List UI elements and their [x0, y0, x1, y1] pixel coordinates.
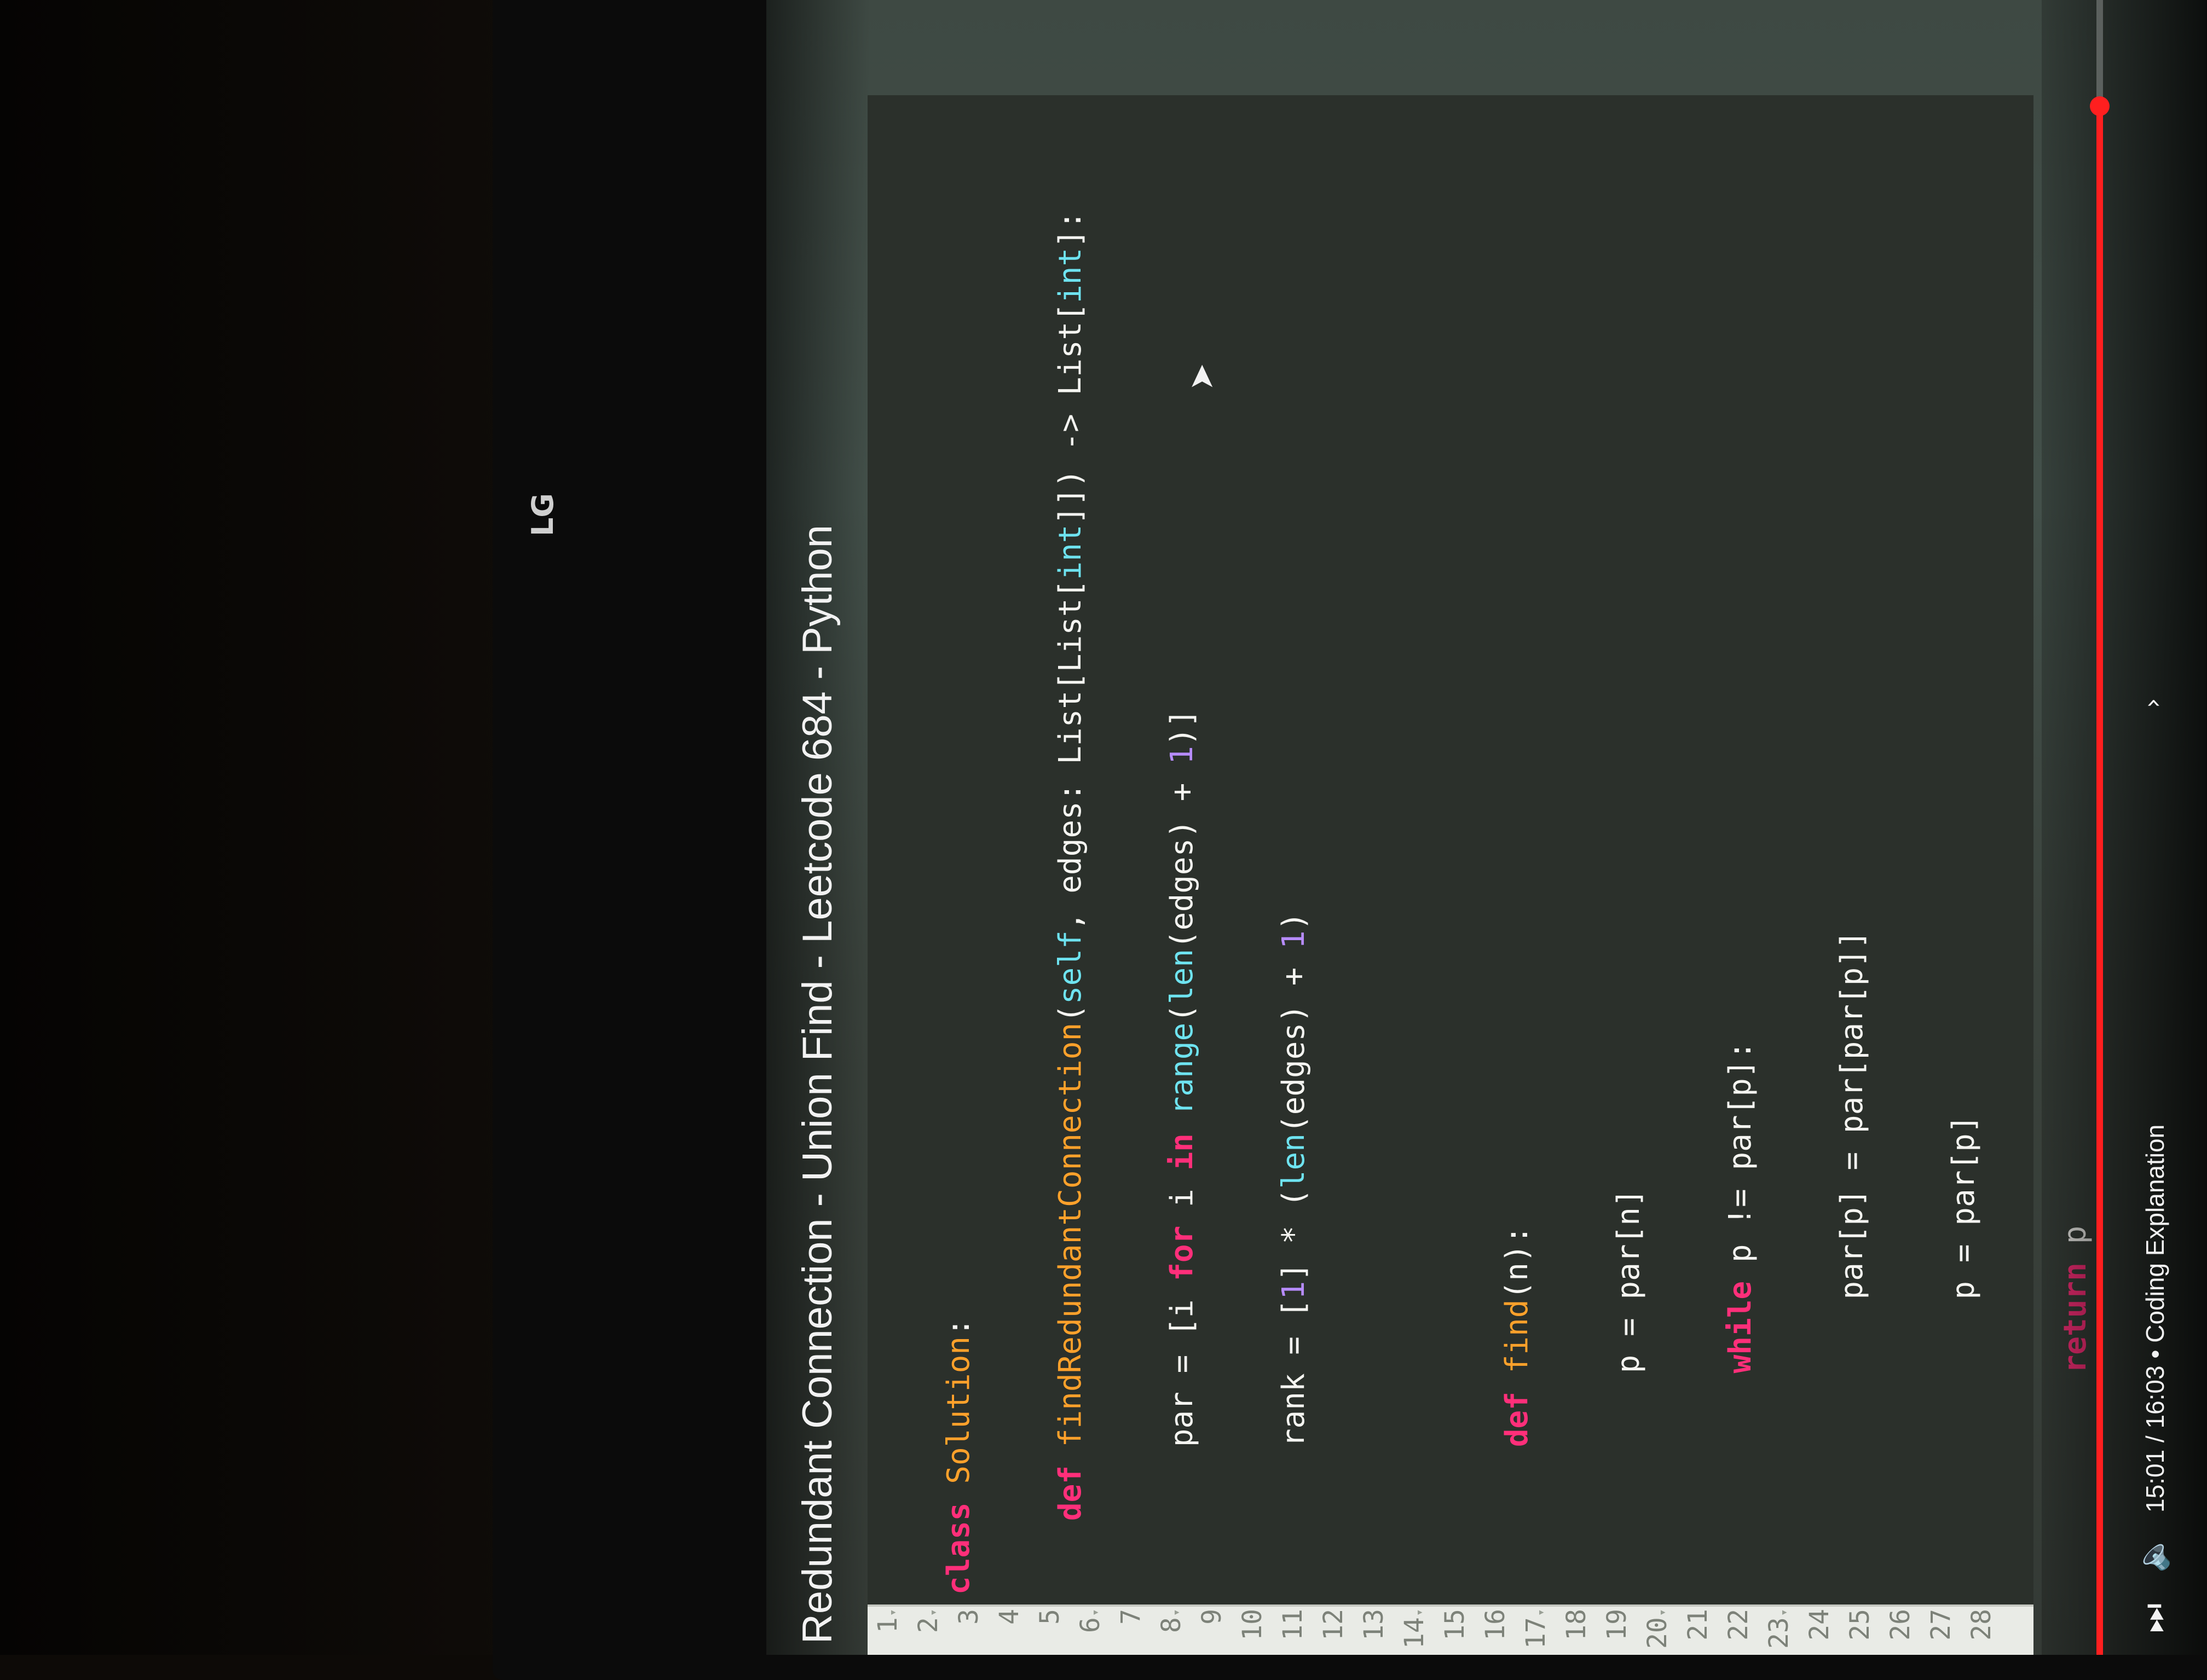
line-number: 12 — [1318, 1609, 1349, 1641]
line-number: 11 — [1278, 1609, 1308, 1641]
code-line-9: par[p] = par[par[p]] — [1834, 930, 1870, 1595]
line-number: 3 — [954, 1609, 984, 1625]
monitor-logo: LG — [525, 493, 560, 536]
fold-arrow-icon[interactable]: ▾ — [1656, 1609, 1669, 1616]
chevron-right-icon[interactable]: › — [2137, 698, 2167, 708]
line-number: 18 — [1561, 1609, 1592, 1641]
code-line-4: rank = [1] * (len(edges) + 1) — [1276, 912, 1312, 1595]
line-number: 8▾ — [1156, 1609, 1187, 1633]
code-line-1: class Solution: — [941, 1318, 977, 1595]
next-icon[interactable]: ⏭ — [2135, 1603, 2173, 1633]
line-number: 4 — [994, 1609, 1025, 1625]
fold-arrow-icon[interactable]: ▾ — [927, 1609, 940, 1616]
line-number: 14▾ — [1399, 1609, 1430, 1649]
line-number: 10 — [1237, 1609, 1268, 1641]
code-line-7: p = par[n] — [1611, 1189, 1646, 1595]
line-number: 6▾ — [1075, 1609, 1106, 1633]
code-line-6: def find(n): — [1499, 1225, 1535, 1447]
line-number-gutter: 1▾ 2▾ 3 4 5 6▾ 7 8▾ 9 10 11 12 13 14▾ 15 16 17▾ 18 19 20▾ 21… — [868, 1604, 2033, 1655]
line-number: 20▾ — [1642, 1609, 1673, 1649]
time-display[interactable]: 15:01 / 16:03 • Coding Explanation — [2140, 1125, 2170, 1513]
line-number: 19 — [1602, 1609, 1632, 1641]
line-number: 27 — [1926, 1609, 1956, 1641]
progress-bar[interactable] — [2090, 0, 2110, 1655]
line-number: 1▾ — [873, 1609, 903, 1633]
progress-scrubber[interactable] — [2090, 96, 2110, 116]
line-number: 2▾ — [913, 1609, 944, 1633]
fold-arrow-icon[interactable]: ▾ — [886, 1609, 900, 1616]
line-number: 7 — [1116, 1609, 1146, 1625]
line-number: 21 — [1683, 1609, 1713, 1641]
code-line-8: while p != par[p]: — [1723, 1041, 1758, 1374]
line-number: 23▾ — [1764, 1609, 1794, 1649]
mouse-pointer-icon: ➤ — [1182, 363, 1221, 391]
line-number: 26 — [1885, 1609, 1916, 1641]
code-line-10: p = par[p] — [1946, 1115, 1981, 1595]
code-line-3: par = [i for i in range(len(edges) + 1)] — [1164, 709, 1200, 1595]
code-line-2: def findRedundantConnection(self, edges:… — [1053, 211, 1088, 1521]
fold-arrow-icon[interactable]: ▾ — [1170, 1609, 1183, 1616]
fold-arrow-icon[interactable]: ▾ — [1777, 1609, 1791, 1616]
code-editor: 1▾ 2▾ 3 4 5 6▾ 7 8▾ 9 10 11 12 13 14▾ 15 16 17▾ 18 19 20▾ 21… — [868, 95, 2093, 1655]
fold-arrow-icon[interactable]: ▾ — [1534, 1609, 1548, 1616]
line-number: 5 — [1035, 1609, 1065, 1625]
line-number: 28 — [1966, 1609, 1997, 1641]
fold-arrow-icon[interactable]: ▾ — [1089, 1609, 1102, 1616]
line-number: 13 — [1359, 1609, 1389, 1641]
fold-arrow-icon[interactable]: ▾ — [1413, 1609, 1426, 1616]
volume-icon[interactable]: 🔈 — [2135, 1534, 2171, 1573]
progress-fill — [2096, 106, 2103, 1655]
code-content: class Solution: def findRedundantConnect… — [868, 211, 2206, 1595]
line-number: 22 — [1723, 1609, 1754, 1641]
line-number: 24 — [1804, 1609, 1835, 1641]
line-number: 25 — [1845, 1609, 1875, 1641]
line-number: 17▾ — [1521, 1609, 1551, 1649]
video-title[interactable]: Redundant Connection - Union Find - Leet… — [794, 525, 841, 1644]
player-controls — [2042, 0, 2206, 1655]
line-number: 9 — [1197, 1609, 1227, 1625]
video-player[interactable]: Redundant Connection - Union Find - Leet… — [766, 0, 2206, 1655]
line-number: 15 — [1440, 1609, 1470, 1641]
line-number: 16 — [1480, 1609, 1511, 1641]
